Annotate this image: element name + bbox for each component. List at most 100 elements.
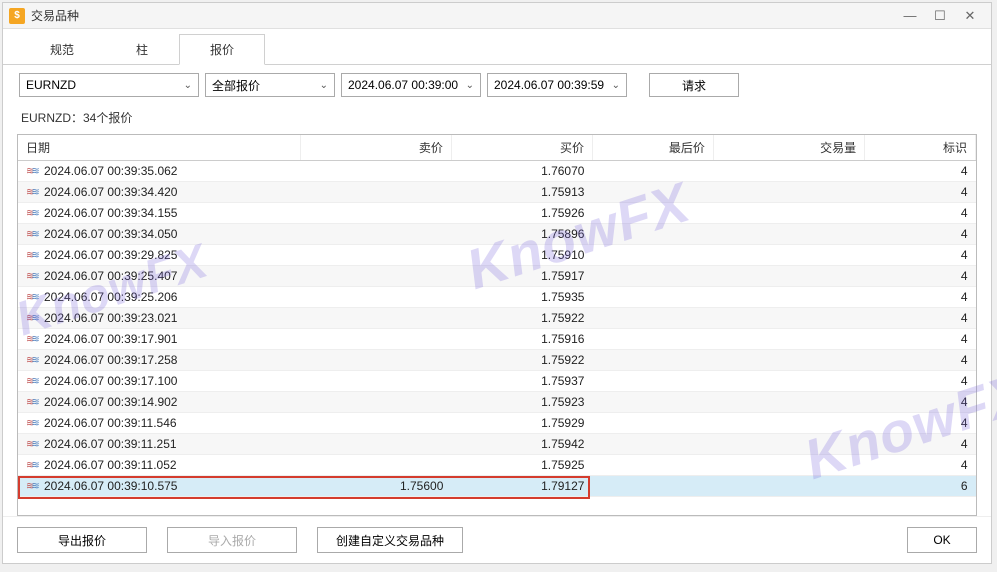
col-ask[interactable]: 卖价 (300, 135, 451, 161)
cell-last (592, 413, 713, 434)
cell-date-text: 2024.06.07 00:39:17.100 (44, 374, 177, 388)
table-row[interactable]: ≋2024.06.07 00:39:34.4201.759134 (18, 182, 976, 203)
table-row[interactable]: ≋2024.06.07 00:39:34.0501.758964 (18, 224, 976, 245)
wave-icon: ≋ (26, 208, 40, 219)
to-datetime-value: 2024.06.07 00:39:59 (494, 78, 604, 92)
cell-volume (713, 308, 864, 329)
from-datetime-input[interactable]: 2024.06.07 00:39:00 ⌄ (341, 73, 481, 97)
titlebar: $ 交易品种 ― ☐ ✕ (3, 3, 991, 29)
col-date[interactable]: 日期 (18, 135, 300, 161)
wave-icon: ≋ (26, 481, 40, 492)
table-row[interactable]: ≋2024.06.07 00:39:25.4071.759174 (18, 266, 976, 287)
cell-bid: 1.75916 (451, 329, 592, 350)
cell-flag: 4 (865, 161, 976, 182)
table-row[interactable]: ≋2024.06.07 00:39:11.0521.759254 (18, 455, 976, 476)
tab-spec[interactable]: 规范 (19, 34, 105, 65)
wave-icon: ≋ (26, 334, 40, 345)
close-button[interactable]: ✕ (963, 9, 977, 23)
col-flag[interactable]: 标识 (865, 135, 976, 161)
minimize-button[interactable]: ― (903, 9, 917, 23)
cell-ask (300, 329, 451, 350)
cell-ask (300, 287, 451, 308)
cell-bid: 1.75929 (451, 413, 592, 434)
cell-volume (713, 371, 864, 392)
cell-bid: 1.75923 (451, 392, 592, 413)
cell-flag: 4 (865, 245, 976, 266)
cell-ask (300, 392, 451, 413)
ok-button[interactable]: OK (907, 527, 977, 553)
cell-bid: 1.75910 (451, 245, 592, 266)
cell-date: ≋2024.06.07 00:39:25.206 (18, 287, 300, 308)
cell-ask (300, 224, 451, 245)
cell-date-text: 2024.06.07 00:39:29.825 (44, 248, 177, 262)
tab-quotes[interactable]: 报价 (179, 34, 265, 65)
table-row[interactable]: ≋2024.06.07 00:39:17.1001.759374 (18, 371, 976, 392)
table-row[interactable]: ≋2024.06.07 00:39:11.2511.759424 (18, 434, 976, 455)
cell-ask (300, 371, 451, 392)
cell-date: ≋2024.06.07 00:39:14.902 (18, 392, 300, 413)
cell-flag: 4 (865, 287, 976, 308)
cell-date: ≋2024.06.07 00:39:11.052 (18, 455, 300, 476)
table-row[interactable]: ≋2024.06.07 00:39:14.9021.759234 (18, 392, 976, 413)
app-icon: $ (9, 8, 25, 24)
cell-last (592, 161, 713, 182)
summary-text: EURNZD：34个报价 (3, 105, 991, 130)
cell-flag: 4 (865, 350, 976, 371)
import-quotes-button[interactable]: 导入报价 (167, 527, 297, 553)
footer: 导出报价 导入报价 创建自定义交易品种 OK (3, 516, 991, 563)
cell-volume (713, 476, 864, 497)
table-row[interactable]: ≋2024.06.07 00:39:35.0621.760704 (18, 161, 976, 182)
cell-volume (713, 413, 864, 434)
to-datetime-input[interactable]: 2024.06.07 00:39:59 ⌄ (487, 73, 627, 97)
tab-bars[interactable]: 柱 (105, 34, 179, 65)
cell-ask (300, 308, 451, 329)
cell-bid: 1.75935 (451, 287, 592, 308)
table-row[interactable]: ≋2024.06.07 00:39:29.8251.759104 (18, 245, 976, 266)
table-row[interactable]: ≋2024.06.07 00:39:23.0211.759224 (18, 308, 976, 329)
cell-volume (713, 350, 864, 371)
cell-volume (713, 245, 864, 266)
cell-bid: 1.75917 (451, 266, 592, 287)
cell-date-text: 2024.06.07 00:39:11.546 (44, 416, 177, 430)
table-row[interactable]: ≋2024.06.07 00:39:10.5751.756001.791276 (18, 476, 976, 497)
price-type-select[interactable]: 全部报价 ⌄ (205, 73, 335, 97)
cell-date-text: 2024.06.07 00:39:23.021 (44, 311, 177, 325)
cell-flag: 4 (865, 329, 976, 350)
create-custom-symbol-button[interactable]: 创建自定义交易品种 (317, 527, 463, 553)
cell-date: ≋2024.06.07 00:39:35.062 (18, 161, 300, 182)
cell-date: ≋2024.06.07 00:39:25.407 (18, 266, 300, 287)
cell-date-text: 2024.06.07 00:39:11.251 (44, 437, 177, 451)
cell-date-text: 2024.06.07 00:39:34.050 (44, 227, 177, 241)
window: $ 交易品种 ― ☐ ✕ 规范 柱 报价 EURNZD ⌄ 全部报价 ⌄ 202… (2, 2, 992, 564)
maximize-button[interactable]: ☐ (933, 9, 947, 23)
controls-row: EURNZD ⌄ 全部报价 ⌄ 2024.06.07 00:39:00 ⌄ 20… (3, 65, 991, 105)
table-row[interactable]: ≋2024.06.07 00:39:17.9011.759164 (18, 329, 976, 350)
wave-icon: ≋ (26, 229, 40, 240)
cell-last (592, 308, 713, 329)
cell-last (592, 371, 713, 392)
quotes-table-wrap: 日期 卖价 买价 最后价 交易量 标识 ≋2024.06.07 00:39:35… (17, 134, 977, 516)
cell-ask (300, 245, 451, 266)
table-row[interactable]: ≋2024.06.07 00:39:34.1551.759264 (18, 203, 976, 224)
symbol-value: EURNZD (26, 78, 76, 92)
cell-flag: 4 (865, 182, 976, 203)
col-last[interactable]: 最后价 (592, 135, 713, 161)
col-bid[interactable]: 买价 (451, 135, 592, 161)
cell-last (592, 455, 713, 476)
cell-last (592, 329, 713, 350)
cell-bid: 1.75926 (451, 203, 592, 224)
cell-ask: 1.75600 (300, 476, 451, 497)
col-volume[interactable]: 交易量 (713, 135, 864, 161)
chevron-down-icon: ⌄ (184, 80, 192, 91)
table-row[interactable]: ≋2024.06.07 00:39:17.2581.759224 (18, 350, 976, 371)
symbol-select[interactable]: EURNZD ⌄ (19, 73, 199, 97)
export-quotes-button[interactable]: 导出报价 (17, 527, 147, 553)
cell-date: ≋2024.06.07 00:39:34.155 (18, 203, 300, 224)
cell-date: ≋2024.06.07 00:39:34.420 (18, 182, 300, 203)
cell-last (592, 266, 713, 287)
cell-bid: 1.75896 (451, 224, 592, 245)
table-row[interactable]: ≋2024.06.07 00:39:11.5461.759294 (18, 413, 976, 434)
request-button[interactable]: 请求 (649, 73, 739, 97)
cell-flag: 6 (865, 476, 976, 497)
table-row[interactable]: ≋2024.06.07 00:39:25.206 1.75935 4 (18, 287, 976, 308)
